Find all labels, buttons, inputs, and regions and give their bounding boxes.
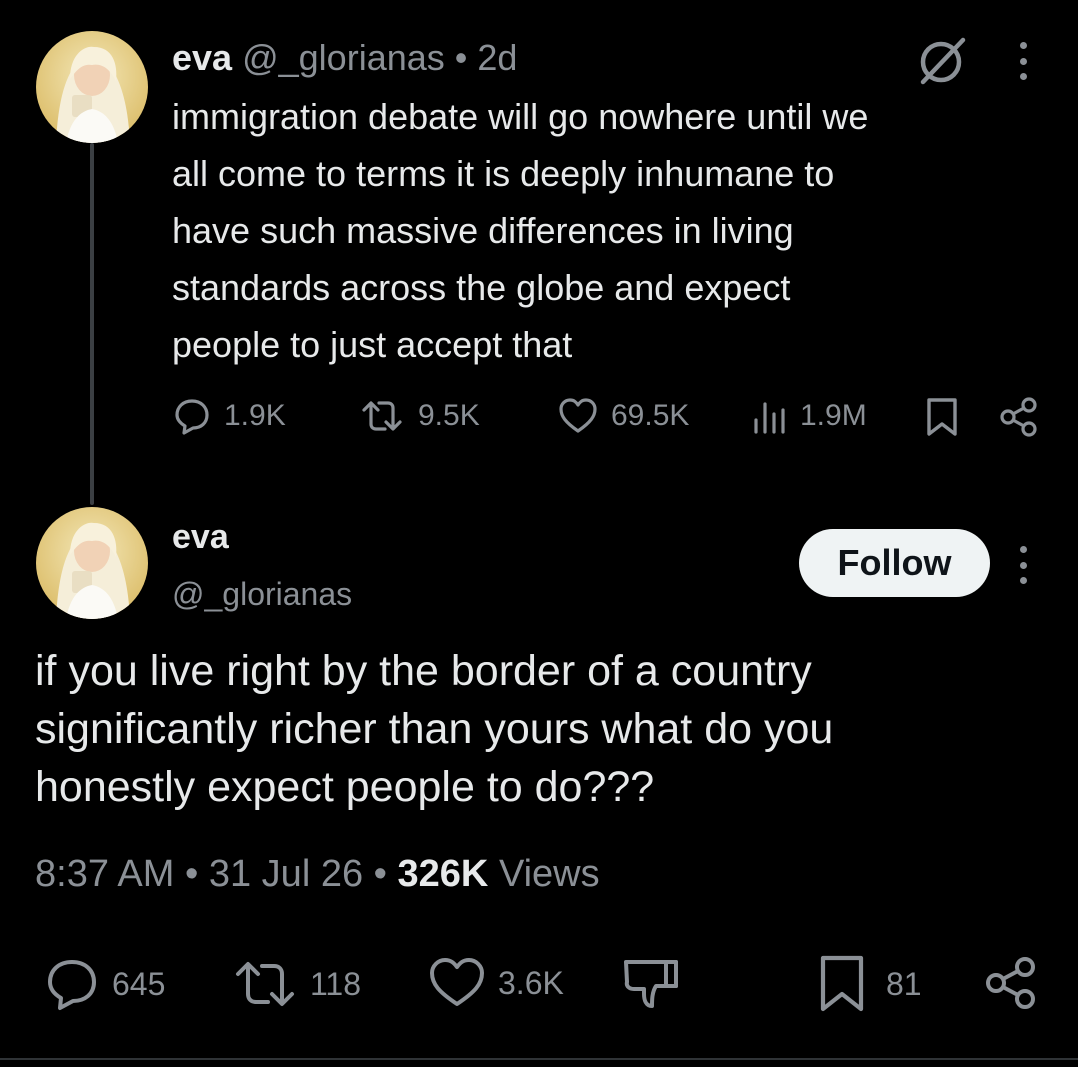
parent-like-button[interactable]: 69.5K [557,396,689,436]
main-share-button[interactable] [982,954,1040,1012]
reply-icon [175,399,209,435]
share-icon [986,957,1035,1009]
parent-views-button[interactable]: 1.9M [752,396,867,436]
main-display-name[interactable]: eva [172,517,229,557]
thumbs-down-icon [624,960,678,1008]
meta-separator: • [184,853,199,895]
main-reply-button[interactable]: 645 [44,956,165,1012]
parent-action-bar: 1.9K 9.5K 69.5K 1.9M [0,392,1078,444]
tweet-date[interactable]: 31 Jul 26 [209,853,363,895]
more-vertical-icon[interactable] [1016,38,1030,84]
main-action-bar: 645 118 3.6K 81 [0,948,1078,1018]
tweet-metadata: 8:37 AM • 31 Jul 26 • 326K Views [35,850,600,898]
analytics-icon [754,402,785,434]
parent-avatar[interactable] [36,31,148,143]
parent-tweet-text: immigration debate will go nowhere until… [172,88,1052,373]
reply-icon [48,960,96,1010]
parent-tweet-age[interactable]: 2d [477,37,517,78]
main-tweet-text: if you live right by the border of a cou… [35,642,1045,816]
main-avatar[interactable] [36,507,148,619]
parent-view-count: 1.9M [800,399,867,432]
views-count: 326K [397,853,489,895]
parent-reply-button[interactable]: 1.9K [172,396,286,436]
parent-text-line: people to just accept that [172,324,573,365]
parent-text-line: standards across the globe and expect [172,267,791,308]
parent-tweet-header: eva @_glorianas • 2d [172,36,517,80]
main-text-line: honestly expect people to do??? [35,763,655,811]
header-separator: • [454,37,468,78]
repost-icon [362,401,402,431]
parent-text-line: immigration debate will go nowhere until… [172,96,869,137]
main-dislike-button[interactable] [622,956,680,1012]
parent-text-line: all come to terms it is deeply inhumane … [172,153,835,194]
share-icon [1000,397,1037,437]
parent-reply-count: 1.9K [224,399,286,432]
main-text-line: significantly richer than yours what do … [35,705,834,753]
main-repost-button[interactable]: 118 [232,956,361,1012]
bookmark-icon [820,955,864,1012]
tweet-time[interactable]: 8:37 AM [35,853,174,895]
grok-icon[interactable] [915,36,971,86]
parent-repost-count: 9.5K [418,399,480,432]
main-repost-count: 118 [310,965,362,1002]
parent-display-name[interactable]: eva [172,37,232,78]
parent-share-button[interactable] [998,396,1040,438]
parent-handle[interactable]: @_glorianas [242,37,445,78]
main-like-button[interactable]: 3.6K [428,956,564,1010]
follow-button[interactable]: Follow [799,529,990,597]
bottom-divider [0,1058,1078,1060]
parent-like-count: 69.5K [611,399,690,432]
thread-connector-line [90,143,94,505]
main-like-count: 3.6K [498,964,564,1001]
parent-text-line: have such massive differences in living [172,210,794,251]
repost-icon [236,962,294,1006]
main-reply-count: 645 [112,965,166,1002]
more-vertical-icon[interactable] [1016,542,1030,588]
parent-bookmark-button[interactable] [924,396,960,438]
main-bookmark-count: 81 [886,965,922,1002]
bookmark-icon [927,398,957,436]
main-handle[interactable]: @_glorianas [172,574,352,614]
parent-repost-button[interactable]: 9.5K [358,396,480,436]
main-bookmark-button[interactable]: 81 [818,954,922,1014]
heart-icon [559,398,597,433]
heart-icon [430,958,484,1006]
meta-separator: • [373,853,387,895]
views-label: Views [498,853,600,895]
main-text-line: if you live right by the border of a cou… [35,647,812,695]
